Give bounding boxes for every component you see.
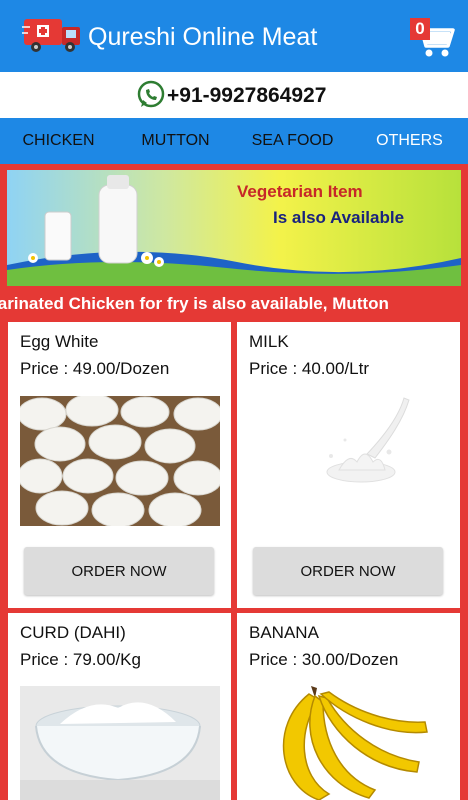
product-card-egg-white[interactable]: Egg White Price : 49.00/Dozen ORDER NOW xyxy=(8,322,231,608)
product-name: MILK xyxy=(249,332,289,351)
special-offer-marquee: Special:- Marinated Chicken for fry is a… xyxy=(0,290,468,318)
tab-mutton[interactable]: MUTTON xyxy=(117,118,234,164)
product-card-banana[interactable]: BANANA Price : 30.00/Dozen xyxy=(237,613,460,800)
product-name: BANANA xyxy=(249,623,319,642)
banner-line-2: Is also Available xyxy=(273,208,405,227)
tab-others[interactable]: OTHERS xyxy=(351,118,468,164)
phone-number[interactable]: +91-9927864927 xyxy=(167,84,326,108)
order-now-button[interactable]: ORDER NOW xyxy=(24,547,214,595)
product-price: Price : 49.00/Dozen xyxy=(20,359,170,378)
cart-count-badge: 0 xyxy=(410,18,430,40)
curd-bowl-image xyxy=(20,686,220,800)
tab-sea-food[interactable]: SEA FOOD xyxy=(234,118,351,164)
tab-chicken[interactable]: CHICKEN xyxy=(0,118,117,164)
vegetarian-banner-image xyxy=(7,170,461,286)
category-tabs: CHICKEN MUTTON SEA FOOD OTHERS xyxy=(0,118,468,164)
milk-splash-image xyxy=(249,396,449,506)
marquee-text: Special:- Marinated Chicken for fry is a… xyxy=(0,294,389,313)
product-name: Egg White xyxy=(20,332,99,351)
whatsapp-icon[interactable] xyxy=(136,80,166,110)
order-now-button[interactable]: ORDER NOW xyxy=(253,547,443,595)
product-price: Price : 40.00/Ltr xyxy=(249,359,370,378)
product-price: Price : 79.00/Kg xyxy=(20,650,141,669)
banner-line-1: Vegetarian Item xyxy=(237,182,363,201)
eggs-image xyxy=(20,396,220,526)
product-card-curd[interactable]: CURD (DAHI) Price : 79.00/Kg xyxy=(8,613,231,800)
delivery-truck-icon xyxy=(22,19,80,52)
product-card-milk[interactable]: MILK Price : 40.00/Ltr ORDER NOW xyxy=(237,322,460,608)
product-price: Price : 30.00/Dozen xyxy=(249,650,399,669)
product-name: CURD (DAHI) xyxy=(20,623,126,642)
app-title: Qureshi Online Meat xyxy=(88,23,318,51)
banana-image xyxy=(249,686,449,800)
